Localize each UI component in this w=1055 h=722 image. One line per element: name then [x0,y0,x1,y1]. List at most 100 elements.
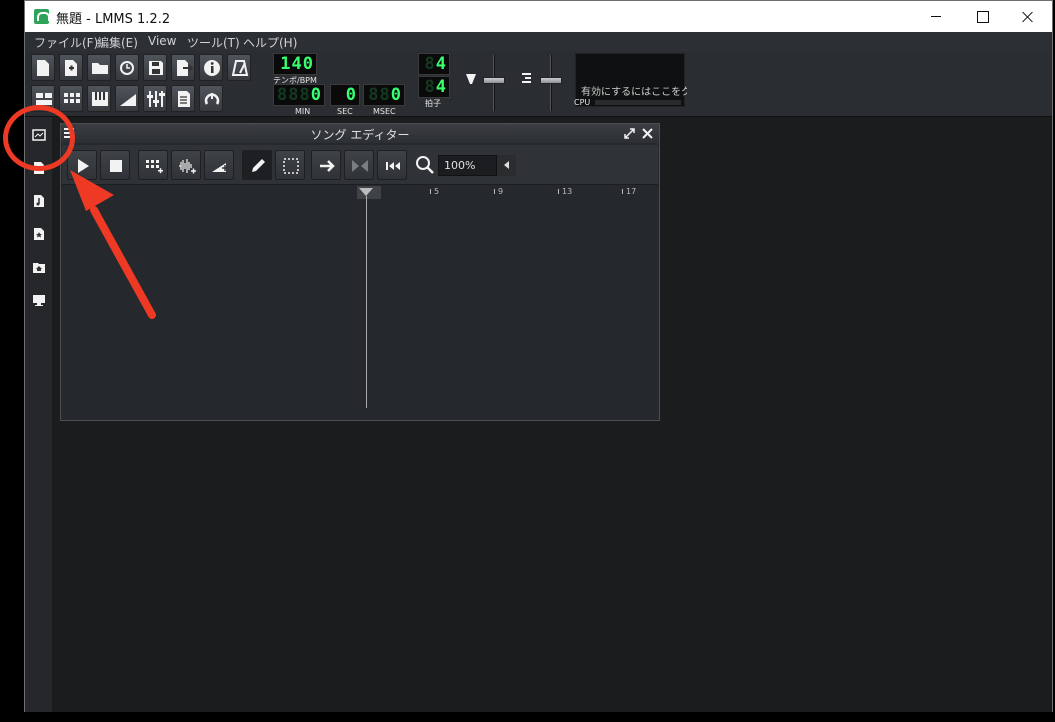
root-directory-icon [33,295,45,306]
mixer-sliders-icon [147,91,165,107]
my-samples-icon [34,195,44,207]
menu-edit[interactable]: 編集(E) [97,34,138,51]
project-notes-button[interactable] [171,85,195,112]
minimize-button[interactable] [913,1,959,32]
my-presets-icon [34,228,44,240]
new-from-template-icon [65,60,77,76]
add-automation-track-button[interactable] [204,150,234,180]
sidebar-my-home[interactable] [28,256,49,278]
sidebar-my-presets[interactable] [28,223,49,245]
time-msec-value: 0 [390,85,402,105]
export-icon [177,60,193,76]
time-sig-label: 拍子 [425,99,441,108]
time-min-value: 0 [310,85,322,105]
time-sig-numerator: 4 [435,54,447,74]
recent-clock-icon [120,61,134,75]
fx-mixer-button[interactable] [143,85,167,112]
time-sec-lcd: 0 [330,84,360,106]
time-msec-label: MSEC [373,107,396,116]
info-icon [204,60,220,76]
master-volume-icon [466,74,476,84]
zoom-dropdown-arrow[interactable] [496,155,516,176]
maximize-subwindow-icon[interactable] [624,128,635,139]
playhead-line [366,196,367,408]
zoom-value: 100% [444,159,476,172]
cpu-load-bar [595,100,681,105]
ruler-mark: 13 [557,187,573,196]
loop-points-icon [352,160,368,172]
tempo-value: 140 [280,54,314,74]
time-sig-denominator-lcd[interactable]: 84 [418,76,450,98]
time-sec-label: SEC [337,107,353,116]
annotation-arrow-icon [70,170,156,319]
window-title: 無題 - LMMS 1.2.2 [56,12,171,27]
main-toolbar: 140 テンポ/BPM 8880 MIN 0 SEC 880 MSEC 84 8… [25,51,1052,117]
ruler-mark: 9 [493,187,504,196]
add-sample-track-button[interactable] [171,150,201,180]
tempo-lcd[interactable]: 140 [273,53,317,75]
close-window-button[interactable] [1005,1,1051,32]
song-editor-title: ソング エディター [310,128,410,142]
menu-view[interactable]: View [148,34,176,48]
menu-file[interactable]: ファイル(F) [34,34,98,51]
lmms-app-icon [34,9,50,24]
new-from-template-button[interactable] [59,54,83,81]
ruler-mark: 5 [429,187,440,196]
time-sec-value: 0 [345,85,357,105]
master-pitch-knob[interactable] [540,77,562,84]
piano-roll-icon [92,92,108,106]
export-project-button[interactable] [171,54,195,81]
master-volume-knob[interactable] [483,77,505,84]
zoom-magnifier-icon [416,156,434,174]
rewind-to-start-icon [386,162,400,170]
recent-projects-button[interactable] [115,54,139,81]
piano-roll-button[interactable] [87,85,111,112]
time-msec-lcd: 880 [363,84,405,106]
draw-mode-button[interactable] [242,150,272,180]
controller-rack-button[interactable] [199,85,223,112]
lmms-window: 無題 - LMMS 1.2.2 ファイル(F) 編集(E) View ツール(T… [24,0,1053,712]
playhead-handle[interactable] [359,188,373,196]
notes-page-icon [178,91,190,107]
controller-knob-icon [204,93,220,105]
stop-behaviour-button[interactable] [377,150,407,180]
oscilloscope-display[interactable] [575,53,685,107]
beat-grid-icon [64,93,80,103]
sidebar-my-samples[interactable] [28,190,49,212]
new-file-icon [37,60,49,76]
add-waveform-icon [179,159,196,174]
save-project-button[interactable] [143,54,167,81]
time-min-label: MIN [295,107,311,116]
song-editor-title-bar[interactable]: ソング エディター [61,124,659,143]
my-home-icon [33,263,45,273]
time-min-lcd: 8880 [273,84,325,106]
time-sig-numerator-lcd[interactable]: 84 [418,53,450,75]
open-project-button[interactable] [87,54,111,81]
cpu-label: CPU [574,98,591,107]
selection-box-icon [283,158,299,174]
time-sig-denominator: 4 [435,77,447,97]
what-is-this-button[interactable] [199,54,223,81]
folder-open-icon [92,63,108,74]
loop-points-button[interactable] [344,150,374,180]
sidebar-root-directory[interactable] [28,289,49,311]
oscilloscope-hint: 有効にするにはここをクリック [581,87,687,98]
auto-scroll-button[interactable] [311,150,341,180]
edit-mode-button[interactable] [275,150,305,180]
ruler-mark: 17 [621,187,637,196]
master-pitch-icon [522,73,531,83]
automation-ramp-icon [120,94,136,106]
app-area: ファイル(F) 編集(E) View ツール(T) ヘルプ(H) 140 テンポ… [25,32,1052,712]
beat-bassline-editor-button[interactable] [59,85,83,112]
pencil-icon [252,159,265,172]
automation-editor-button[interactable] [115,85,139,112]
metronome-icon [231,60,249,76]
menu-tools[interactable]: ツール(T) [187,34,240,51]
maximize-button[interactable] [959,1,1005,32]
new-project-button[interactable] [31,54,55,81]
title-bar: 無題 - LMMS 1.2.2 [25,1,1052,32]
menu-help[interactable]: ヘルプ(H) [243,34,297,51]
menu-bar: ファイル(F) 編集(E) View ツール(T) ヘルプ(H) [25,32,1052,51]
metronome-button[interactable] [227,54,251,81]
close-subwindow-icon[interactable] [641,127,654,140]
